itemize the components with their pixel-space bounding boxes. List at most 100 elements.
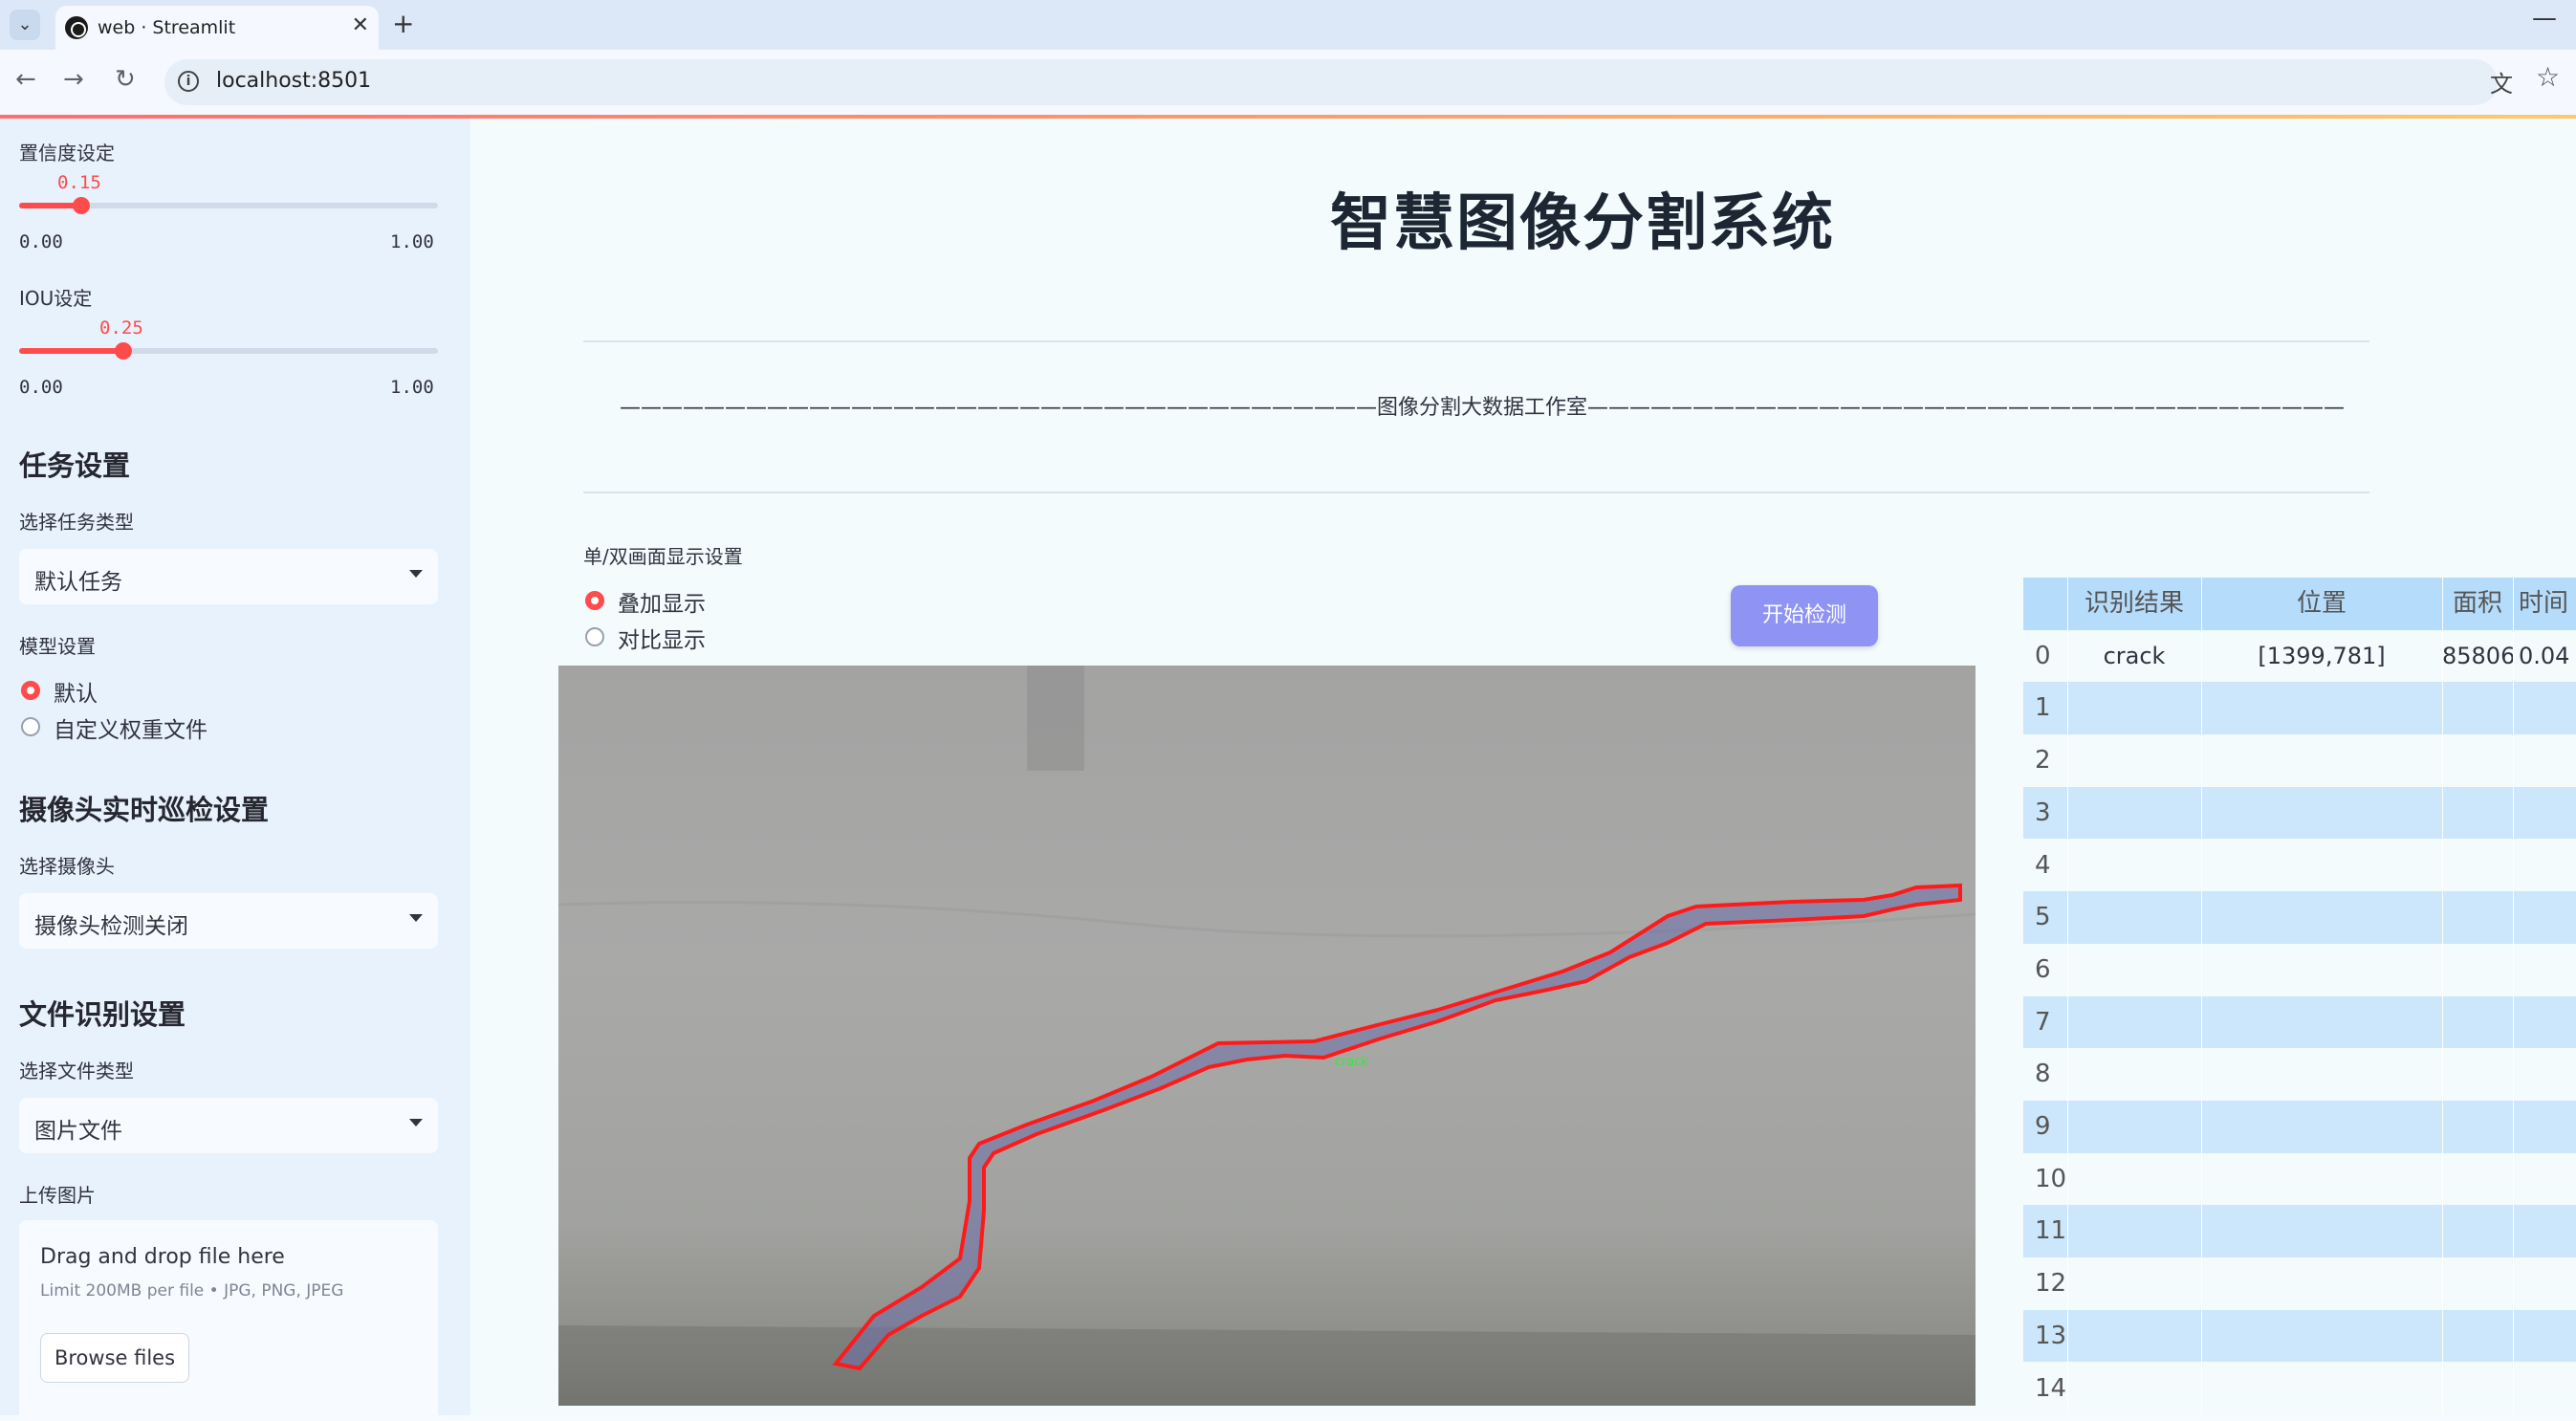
bookmark-star-icon[interactable]: ☆: [2536, 61, 2560, 93]
file-type-label: 选择文件类型: [19, 1060, 134, 1082]
table-row[interactable]: 5: [2023, 891, 2576, 944]
table-row[interactable]: 11: [2023, 1205, 2576, 1258]
forward-icon[interactable]: →: [63, 65, 84, 94]
row-index-cell: 13: [2035, 1321, 2067, 1350]
divider: [583, 340, 2369, 342]
detection-label: crack: [1335, 1055, 1369, 1069]
browser-tab-bar: ⌄ web · Streamlit ✕ + —: [0, 0, 2576, 50]
studio-banner: ————————————————————————————————————图像分割…: [619, 396, 2345, 420]
divider: [583, 492, 2369, 493]
camera-settings-header: 摄像头实时巡检设置: [19, 794, 270, 826]
crack-overlay: crack: [558, 666, 1976, 1406]
dropzone-limit: Limit 200MB per file • JPG, PNG, JPEG: [40, 1281, 344, 1301]
header-index-cell: [2023, 578, 2067, 630]
row-index-cell: 7: [2035, 1007, 2051, 1037]
column-divider: [2067, 578, 2068, 1415]
radio-label: 默认: [54, 682, 98, 707]
table-row[interactable]: 3: [2023, 786, 2576, 840]
file-dropzone[interactable]: Drag and drop file here Limit 200MB per …: [19, 1220, 438, 1421]
upload-label: 上传图片: [19, 1184, 96, 1207]
row-index-cell: 3: [2035, 798, 2051, 827]
header-area-cell: 面积: [2452, 589, 2502, 618]
table-row[interactable]: 2: [2023, 734, 2576, 787]
table-row[interactable]: 14: [2023, 1363, 2576, 1415]
site-info-icon[interactable]: i: [178, 71, 199, 92]
column-divider: [2513, 578, 2514, 1415]
select-value: 默认任务: [34, 570, 122, 595]
row-index-cell: 2: [2035, 746, 2051, 776]
slider-min: 0.00: [19, 377, 63, 398]
url-text[interactable]: localhost:8501: [216, 69, 371, 93]
start-detection-button[interactable]: 开始检测: [1731, 585, 1878, 646]
tab-close-icon[interactable]: ✕: [352, 13, 369, 37]
row-index-cell: 5: [2035, 903, 2051, 932]
radio-label: 自定义权重文件: [54, 718, 207, 743]
time-cell: 0.04: [2519, 642, 2570, 669]
row-index-cell: 4: [2035, 850, 2051, 880]
header-result-cell: 识别结果: [2084, 589, 2184, 618]
table-row[interactable]: 0 crack [1399,781] 85806 0.04: [2023, 630, 2576, 683]
row-index-cell: 0: [2035, 641, 2051, 670]
table-row[interactable]: 1: [2023, 682, 2576, 735]
row-index-cell: 14: [2035, 1373, 2067, 1403]
table-row[interactable]: 8: [2023, 1048, 2576, 1101]
radio-selected-icon[interactable]: [21, 681, 40, 700]
chevron-down-icon: [409, 914, 423, 922]
tab-list-dropdown-icon[interactable]: ⌄: [10, 10, 40, 40]
row-index-cell: 12: [2035, 1269, 2067, 1299]
table-row[interactable]: 10: [2023, 1153, 2576, 1206]
result-cell: crack: [2103, 642, 2166, 669]
table-row[interactable]: 9: [2023, 1101, 2576, 1153]
main-content: 智慧图像分割系统 ———————————————————————————————…: [470, 119, 2576, 1415]
radio-label: 对比显示: [618, 628, 706, 653]
camera-select[interactable]: 摄像头检测关闭: [19, 893, 438, 949]
slider-value: 0.25: [99, 317, 143, 339]
task-type-select[interactable]: 默认任务: [19, 549, 438, 604]
result-table[interactable]: 识别结果 位置 面积 时间 0 crack [1399,781] 85806 0.04 1 2 3 4 5…: [2023, 578, 2576, 1415]
slider-thumb[interactable]: [115, 342, 132, 360]
back-icon[interactable]: ←: [15, 65, 36, 94]
iou-slider[interactable]: 0.25: [19, 317, 438, 375]
radio-label: 叠加显示: [618, 592, 706, 617]
new-tab-icon[interactable]: +: [392, 8, 414, 39]
iou-label: IOU设定: [19, 287, 93, 310]
table-header-row: 识别结果 位置 面积 时间: [2023, 578, 2576, 630]
display-mode-label: 单/双画面显示设置: [583, 545, 743, 568]
chevron-down-icon: [409, 1119, 423, 1126]
segmentation-image: crack: [558, 666, 1976, 1406]
window-minimize-icon[interactable]: —: [2532, 4, 2557, 33]
row-index-cell: 8: [2035, 1060, 2051, 1089]
table-row[interactable]: 13: [2023, 1309, 2576, 1363]
radio-selected-icon[interactable]: [585, 591, 604, 610]
reload-icon[interactable]: ↻: [115, 65, 136, 94]
header-time-cell: 时间: [2519, 589, 2569, 618]
dropzone-title: Drag and drop file here: [40, 1245, 285, 1269]
task-type-label: 选择任务类型: [19, 511, 134, 534]
crack-mask-polygon: [832, 883, 1962, 1371]
streamlit-favicon-icon: [65, 16, 88, 39]
radio-unselected-icon[interactable]: [21, 717, 40, 736]
table-row[interactable]: 12: [2023, 1257, 2576, 1310]
translate-icon[interactable]: 文: [2490, 65, 2513, 98]
task-settings-header: 任务设置: [19, 449, 131, 482]
tab-title: web · Streamlit: [98, 17, 236, 38]
table-row[interactable]: 7: [2023, 995, 2576, 1049]
sidebar: 置信度设定 0.15 0.00 1.00 IOU设定 0.25 0.00 1.0…: [0, 119, 470, 1421]
browser-tab[interactable]: web · Streamlit ✕: [55, 6, 379, 50]
slider-fill: [19, 348, 124, 354]
confidence-slider[interactable]: 0.15: [19, 172, 438, 230]
radio-unselected-icon[interactable]: [585, 627, 604, 646]
file-type-select[interactable]: 图片文件: [19, 1098, 438, 1153]
browse-files-button[interactable]: Browse files: [40, 1333, 189, 1383]
table-row[interactable]: 6: [2023, 944, 2576, 996]
model-settings-label: 模型设置: [19, 635, 96, 658]
area-cell: 85806: [2442, 642, 2513, 669]
row-index-cell: 11: [2035, 1216, 2067, 1246]
slider-thumb[interactable]: [73, 197, 90, 214]
row-index-cell: 10: [2035, 1164, 2067, 1193]
select-value: 摄像头检测关闭: [34, 914, 188, 939]
table-row[interactable]: 4: [2023, 840, 2576, 892]
column-divider: [2201, 578, 2202, 1415]
chevron-down-icon: [409, 570, 423, 578]
url-field[interactable]: i localhost:8501: [164, 59, 2498, 105]
